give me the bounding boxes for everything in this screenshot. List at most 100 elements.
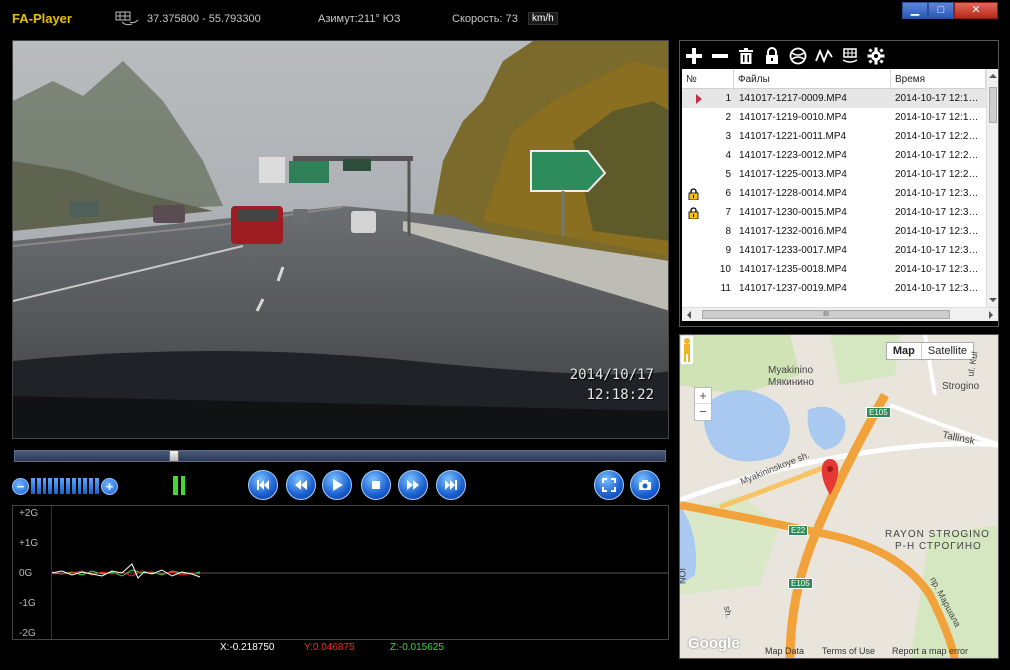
volume-level-bar (89, 478, 94, 494)
terms-of-use-link[interactable]: Terms of Use (822, 646, 875, 656)
volume-level-bar (65, 478, 70, 494)
hscroll-thumb[interactable]: III (702, 310, 950, 319)
scroll-right-arrow-icon[interactable] (989, 311, 993, 319)
scroll-left-arrow-icon[interactable] (687, 311, 691, 319)
file-row[interactable]: 7 141017-1230-0015.MP4 2014-10-17 12:3… (682, 203, 986, 222)
skip-to-start-button[interactable] (248, 470, 278, 500)
column-header-files[interactable]: Файлы (734, 69, 891, 88)
volume-level-bar (36, 478, 41, 494)
volume-down-button[interactable]: − (12, 478, 29, 495)
scroll-up-arrow-icon[interactable] (989, 74, 997, 78)
pegman-icon[interactable] (680, 335, 694, 365)
column-header-time[interactable]: Время (891, 69, 986, 88)
play-icon (333, 479, 343, 491)
speed-unit-toggle[interactable]: km/h (528, 12, 558, 25)
column-header-num[interactable]: № (682, 69, 734, 88)
delete-file-button[interactable] (736, 46, 756, 66)
lock-file-button[interactable] (762, 46, 782, 66)
map-type-map-button[interactable]: Map (887, 343, 922, 359)
file-time: 2014-10-17 12:3… (895, 188, 979, 199)
file-number: 8 (725, 226, 731, 237)
remove-file-button[interactable] (710, 46, 730, 66)
volume-level-bar (71, 478, 76, 494)
vscroll-thumb[interactable] (989, 87, 997, 123)
file-number: 4 (725, 150, 731, 161)
volume-up-button[interactable]: + (101, 478, 118, 495)
road-badge: E22 (788, 525, 809, 536)
map-label: Мякинино (768, 377, 814, 388)
file-name: 141017-1225-0013.MP4 (739, 169, 847, 180)
locked-file-icon (682, 206, 704, 219)
gps-coordinates: 37.375800 - 55.793300 (147, 13, 261, 25)
file-number: 3 (725, 131, 731, 142)
road-badge: E105 (866, 407, 891, 418)
skip-end-icon (445, 480, 457, 490)
skip-to-end-button[interactable] (436, 470, 466, 500)
file-row[interactable]: 5 141017-1225-0013.MP4 2014-10-17 12:2… (682, 165, 986, 184)
map-view-button[interactable] (788, 46, 808, 66)
file-name: 141017-1223-0012.MP4 (739, 150, 847, 161)
video-viewport[interactable]: 2014/10/17 12:18:22 (12, 40, 669, 439)
volume-level-bar (54, 478, 59, 494)
rewind-button[interactable] (286, 470, 316, 500)
add-file-button[interactable] (684, 46, 704, 66)
volume-level-bar (83, 478, 88, 494)
file-list-vscroll[interactable] (986, 69, 998, 307)
volume-slider[interactable] (31, 478, 99, 494)
file-number: 1 (725, 93, 731, 104)
fullscreen-icon (602, 478, 616, 492)
gsensor-x-trace (51, 563, 201, 579)
map-label: Myakinino (768, 365, 814, 376)
map-data-link[interactable]: Map Data (765, 646, 804, 656)
file-list-hscroll[interactable]: III (682, 307, 998, 321)
file-row[interactable]: 10 141017-1235-0018.MP4 2014-10-17 12:3… (682, 260, 986, 279)
file-number: 11 (720, 283, 731, 294)
minimize-button[interactable]: ▁ (902, 2, 928, 19)
graph-plot-area (51, 506, 669, 639)
file-row[interactable]: 6 141017-1228-0014.MP4 2014-10-17 12:3… (682, 184, 986, 203)
stop-button[interactable] (361, 470, 391, 500)
stop-icon (372, 481, 380, 489)
file-row[interactable]: 11 141017-1237-0019.MP4 2014-10-17 12:3… (682, 279, 986, 298)
gps-button[interactable] (840, 46, 860, 66)
map-label: sh. (722, 605, 734, 619)
y-axis-readout: Y:0.046875 (304, 642, 355, 653)
volume-level-bar (48, 478, 53, 494)
play-button[interactable] (322, 470, 352, 500)
title-bar: FA-Player 37.375800 - 55.793300 Азимут:2… (0, 0, 1010, 36)
settings-button[interactable] (866, 46, 886, 66)
file-row[interactable]: 1 141017-1217-0009.MP4 2014-10-17 12:1… (682, 89, 986, 108)
seek-handle[interactable] (169, 450, 179, 462)
file-time: 2014-10-17 12:2… (895, 150, 979, 161)
globe-icon (789, 47, 807, 65)
file-row[interactable]: 2 141017-1219-0010.MP4 2014-10-17 12:1… (682, 108, 986, 127)
zoom-in-button[interactable]: + (695, 388, 711, 404)
scroll-down-arrow-icon[interactable] (989, 298, 997, 302)
graph-y-label: -2G (19, 628, 36, 639)
map-type-toggle: Map Satellite (885, 342, 974, 360)
maximize-button[interactable]: □ (928, 2, 954, 19)
map-label: Р-Н СТРОГИНО (895, 541, 982, 552)
close-button[interactable]: ✕ (954, 2, 998, 19)
graph-y-label: +1G (19, 538, 39, 549)
rewind-icon (295, 480, 307, 490)
snapshot-button[interactable] (630, 470, 660, 500)
skip-start-icon (257, 480, 269, 490)
map-label: Strogino (942, 381, 980, 392)
file-row[interactable]: 8 141017-1232-0016.MP4 2014-10-17 12:3… (682, 222, 986, 241)
file-number: 9 (725, 245, 731, 256)
file-row[interactable]: 4 141017-1223-0012.MP4 2014-10-17 12:2… (682, 146, 986, 165)
report-map-error-link[interactable]: Report a map error (892, 646, 968, 656)
file-time: 2014-10-17 12:2… (895, 131, 979, 142)
file-row[interactable]: 9 141017-1233-0017.MP4 2014-10-17 12:3… (682, 241, 986, 260)
file-name: 141017-1233-0017.MP4 (739, 245, 847, 256)
fullscreen-button[interactable] (594, 470, 624, 500)
seek-bar[interactable] (14, 450, 666, 462)
map-panel[interactable]: + − Map Satellite Myakinino Мякинино Str… (679, 334, 999, 659)
file-row[interactable]: 3 141017-1221-0011.MP4 2014-10-17 12:2… (682, 127, 986, 146)
map-type-satellite-button[interactable]: Satellite (922, 343, 973, 359)
fast-forward-button[interactable] (398, 470, 428, 500)
waveform-button[interactable] (814, 46, 834, 66)
zoom-out-button[interactable]: − (695, 404, 711, 420)
z-axis-readout: Z:-0.015625 (390, 642, 444, 653)
